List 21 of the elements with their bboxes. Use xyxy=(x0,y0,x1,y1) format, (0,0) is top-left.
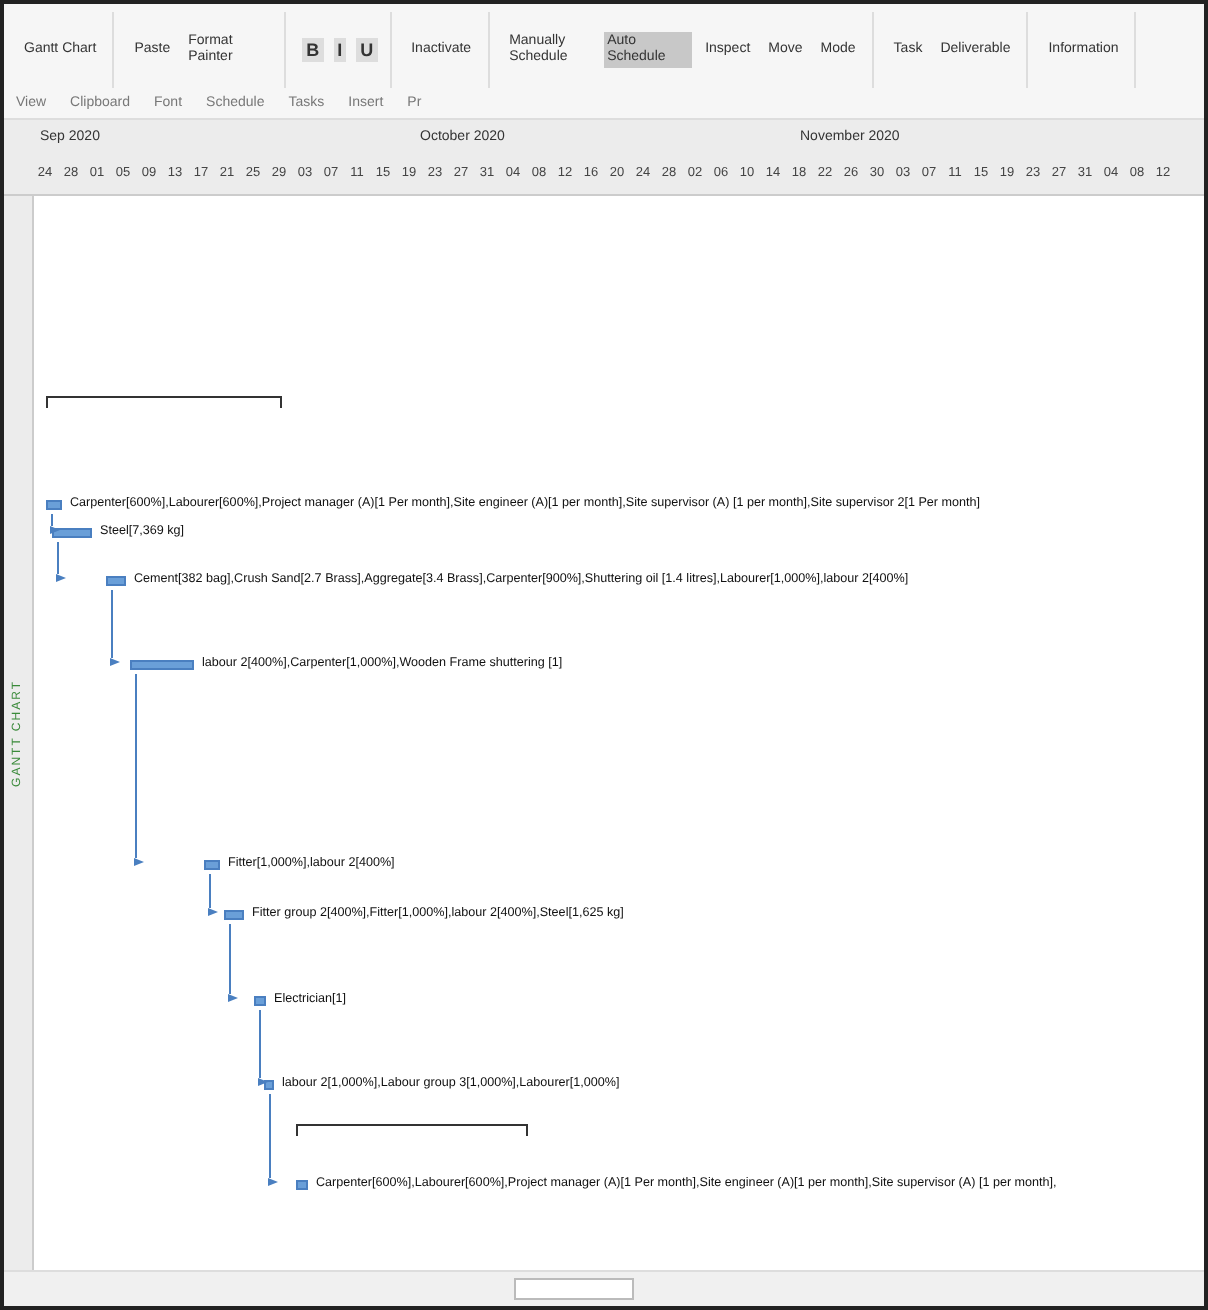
task-bar[interactable] xyxy=(130,660,194,670)
connector-arrow xyxy=(228,924,240,1002)
connector-arrow xyxy=(208,874,220,916)
format-button[interactable]: U xyxy=(356,37,378,63)
task-bar[interactable] xyxy=(254,996,266,1006)
task-bar[interactable] xyxy=(204,860,220,870)
connector-arrow xyxy=(50,514,62,534)
task-bar[interactable] xyxy=(52,528,92,538)
scroll-thumb[interactable] xyxy=(514,1278,634,1300)
task-bar[interactable] xyxy=(224,910,244,920)
task-bar[interactable] xyxy=(296,1180,308,1190)
connector-arrow xyxy=(258,1010,270,1086)
task-bar[interactable] xyxy=(46,500,62,510)
connector-arrow xyxy=(110,590,122,666)
task-bar[interactable] xyxy=(106,576,126,586)
task-bar[interactable] xyxy=(264,1080,274,1090)
connector-arrow xyxy=(56,542,68,582)
connector-arrow xyxy=(268,1094,280,1186)
scrollbar[interactable] xyxy=(4,1270,1204,1306)
format-button[interactable]: I xyxy=(333,37,347,63)
format-button[interactable]: B xyxy=(302,37,324,63)
